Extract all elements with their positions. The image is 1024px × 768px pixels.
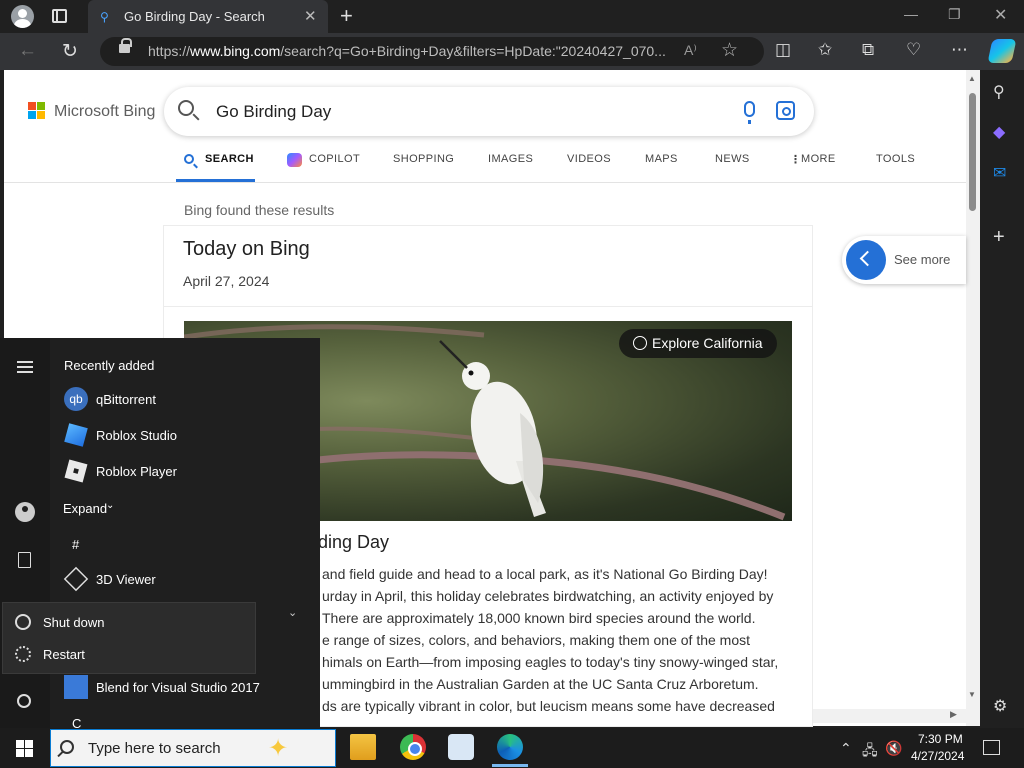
browser-essentials-icon[interactable]: ♡ [906,40,921,60]
scope-search[interactable]: SEARCH [205,153,254,165]
vertical-scroll-thumb[interactable] [969,93,976,211]
microphone-icon[interactable] [744,101,755,124]
bing-favicon-icon: ⚲ [100,10,109,24]
taskbar-search-placeholder[interactable]: Type here to search [88,740,221,757]
notifications-icon[interactable] [983,740,1000,755]
card-divider [164,306,812,307]
read-aloud-icon[interactable]: A⁾ [684,42,697,59]
scope-copilot-icon [287,153,302,167]
scroll-up-arrow-icon[interactable]: ▲ [968,74,976,83]
blend-vs-icon[interactable] [64,675,88,699]
sidebar-add-icon[interactable]: + [993,226,1005,249]
scope-shopping[interactable]: SHOPPING [393,153,454,165]
article-line: e range of sizes, colors, and behaviors,… [322,632,751,648]
tab-title[interactable]: Go Birding Day - Search [124,9,265,24]
see-more-label[interactable]: See more [894,252,950,267]
tab-actions-icon[interactable] [52,9,67,23]
visual-search-camera-icon[interactable] [776,101,795,120]
card-title[interactable]: Today on Bing [183,238,310,261]
shut-down-option[interactable]: Shut down [43,615,104,630]
article-line: and field guide and head to a local park… [322,566,768,582]
scope-tools[interactable]: TOOLS [876,153,915,165]
scope-search-icon [184,154,194,164]
restore-window-icon[interactable]: ❐ [948,6,961,23]
back-arrow-icon[interactable]: ← [18,40,37,62]
more-options-icon[interactable]: ⋯ [951,40,968,60]
scroll-down-arrow-icon[interactable]: ▼ [968,690,976,699]
volume-muted-icon[interactable]: 🔇 [885,740,902,757]
scope-images[interactable]: IMAGES [488,153,533,165]
snipping-tool-icon[interactable] [448,734,474,760]
restart-icon [15,646,31,662]
scope-copilot[interactable]: COPILOT [309,153,360,165]
minimize-window-icon[interactable]: — [904,6,918,22]
tab-close-icon[interactable]: ✕ [304,7,317,25]
scope-news[interactable]: NEWS [715,153,750,165]
sidebar-settings-gear-icon[interactable]: ⚙ [993,696,1007,716]
windows-start-icon[interactable] [16,740,33,757]
explore-label[interactable]: Explore California [652,335,763,351]
bing-logo-text[interactable]: Microsoft Bing [54,103,155,121]
close-window-icon[interactable]: ✕ [994,5,1007,25]
search-icon [178,100,194,116]
restart-option[interactable]: Restart [43,647,85,662]
section-header-hash[interactable]: # [72,537,79,552]
scope-maps[interactable]: MAPS [645,153,678,165]
article-line: himals on Earth—from imposing eagles to … [322,654,779,670]
scope-divider [4,182,966,183]
compass-icon [633,336,647,350]
clock-time[interactable]: 7:30 PM [918,732,963,746]
network-icon[interactable]: 🖧 [862,740,878,764]
file-explorer-icon[interactable] [350,734,376,760]
chevron-down-icon[interactable]: ⌄ [106,500,114,511]
hamburger-menu-icon[interactable] [17,361,33,373]
split-screen-icon[interactable]: ◫ [775,40,791,60]
app-roblox-player[interactable]: Roblox Player [96,464,177,479]
article-line: urday in April, this holiday celebrates … [322,588,774,604]
shut-down-icon [15,614,31,630]
reload-icon[interactable]: ↻ [62,40,78,63]
user-account-icon[interactable] [15,502,35,522]
article-title[interactable]: ding Day [318,532,389,553]
add-favorite-star-icon[interactable]: ☆ [721,39,738,62]
profile-avatar-icon[interactable] [11,5,34,28]
qbittorrent-icon[interactable]: qb [64,387,88,411]
sidebar-copilot-icon[interactable]: ◆ [993,122,1005,142]
sidebar-search-icon[interactable]: ⚲ [993,82,1005,102]
article-line: ds are typically vibrant in color, but l… [322,698,775,714]
power-options-flyout [2,602,256,674]
scope-videos[interactable]: VIDEOS [567,153,611,165]
scope-more[interactable]: MORE [801,153,836,165]
expand-button[interactable]: Expand [63,501,107,516]
taskbar-search-icon [60,740,74,754]
recently-added-heading: Recently added [64,358,155,373]
search-highlight-sparkle-icon[interactable]: ✦ [268,734,288,763]
scope-more-dots-icon[interactable]: ⋮ [790,153,801,166]
results-info: Bing found these results [184,202,335,218]
clock-date[interactable]: 4/27/2024 [911,749,964,763]
article-line: ummingbird in the Australian Garden at t… [322,676,759,692]
section-chevron-down-icon[interactable]: ⌄ [288,606,297,619]
power-icon[interactable] [17,694,31,708]
sidebar-outlook-icon[interactable]: ✉ [993,163,1006,183]
scroll-right-arrow-icon[interactable]: ▶ [950,709,957,720]
documents-icon[interactable] [18,552,31,568]
search-input[interactable] [216,102,716,122]
app-blend-visual-studio[interactable]: Blend for Visual Studio 2017 [96,680,260,695]
url-text[interactable]: https://www.bing.com/search?q=Go+Birding… [148,43,672,59]
new-tab-button[interactable]: + [340,3,353,29]
active-app-indicator [492,764,528,767]
article-line: There are approximately 18,000 known bir… [322,610,756,626]
chrome-icon[interactable] [400,734,426,760]
app-qbittorrent[interactable]: qBittorrent [96,392,156,407]
collections-icon[interactable]: ⧉ [862,40,874,60]
lock-icon[interactable] [119,38,132,53]
favorites-icon[interactable]: ✩ [818,40,832,60]
card-date: April 27, 2024 [183,273,270,289]
edge-icon[interactable] [497,734,523,760]
app-roblox-studio[interactable]: Roblox Studio [96,428,177,443]
show-hidden-icons-chevron-icon[interactable]: ⌃ [840,740,852,757]
app-3d-viewer[interactable]: 3D Viewer [96,572,156,587]
